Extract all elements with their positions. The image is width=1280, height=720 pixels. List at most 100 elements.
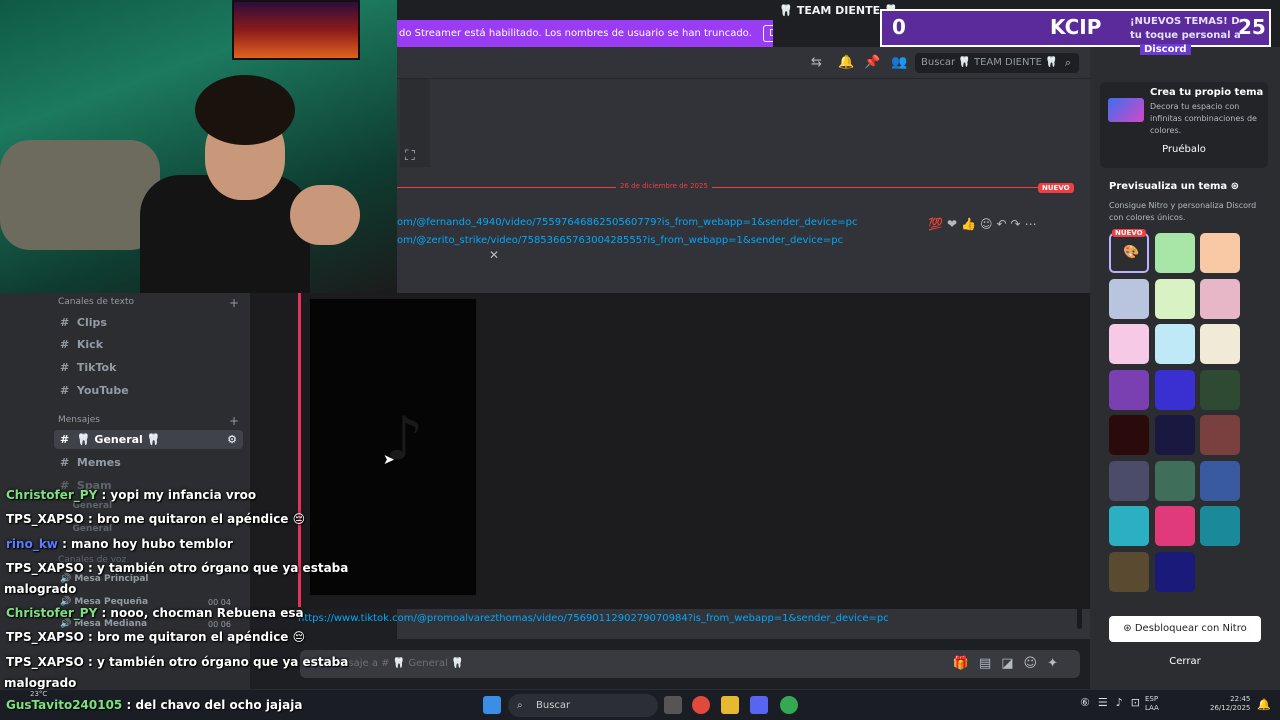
gif-icon[interactable]: ▤ — [979, 656, 1001, 671]
channel-general-selected[interactable]: # 🦷 General 🦷 ⚙ — [54, 430, 243, 449]
theme-swatch[interactable] — [1200, 324, 1240, 364]
reaction-100-icon[interactable]: 💯 — [928, 217, 947, 231]
chat-line: rino_kw : mano hoy hubo temblor — [6, 537, 233, 551]
chat-line: Christofer_PY : nooo, chocman Rebuena es… — [6, 606, 304, 620]
notice-text: do Streamer está habilitado. Los nombres… — [399, 28, 752, 39]
theme-swatch[interactable] — [1109, 506, 1149, 546]
add-reaction-icon[interactable]: ☺ — [980, 217, 997, 231]
add-channel-icon[interactable]: + — [229, 296, 239, 310]
weather[interactable]: 23°C — [30, 690, 47, 698]
theme-swatch[interactable] — [1109, 278, 1149, 319]
task-view-icon[interactable] — [664, 696, 682, 714]
apps-icon[interactable]: ✦ — [1047, 656, 1068, 671]
channel-kick[interactable]: # Kick — [60, 338, 103, 351]
stream-overlay: 0 KCIP ¡NUEVOS TEMAS! D tu toque persona… — [880, 9, 1271, 47]
channel-clips[interactable]: # Clips — [60, 316, 107, 329]
file-explorer-icon[interactable] — [721, 696, 739, 714]
expand-icon[interactable]: ⛶ — [405, 148, 415, 164]
theme-swatch[interactable] — [1109, 460, 1149, 501]
composer-icons: 🎁▤◪☺✦ — [953, 656, 1068, 671]
language-indicator[interactable]: ESP LAA — [1145, 695, 1159, 713]
system-tray[interactable]: ⑥☰♪⊡ — [1080, 696, 1148, 709]
chat-line: TPS_XAPSO : y también otro órgano que ya… — [6, 655, 349, 669]
settings-icon[interactable]: ⚙ — [227, 433, 237, 446]
score-left: 0 — [892, 15, 906, 39]
promo-line-1: ¡NUEVOS TEMAS! D — [1130, 16, 1240, 27]
theme-swatch[interactable] — [1155, 278, 1195, 319]
more-icon[interactable]: ⋯ — [1025, 217, 1041, 231]
theme-swatch[interactable] — [1155, 506, 1195, 546]
tiktok-video-player[interactable]: ♪ — [309, 298, 477, 596]
theme-swatch[interactable] — [1155, 460, 1195, 501]
unlock-nitro-button[interactable]: ⊛ Desbloquear con Nitro — [1109, 616, 1261, 642]
scrollbar[interactable] — [1077, 605, 1082, 629]
theme-swatch[interactable] — [1200, 369, 1240, 410]
chrome-icon[interactable] — [692, 696, 710, 714]
channel-youtube[interactable]: # YouTube — [60, 384, 129, 397]
gift-icon[interactable]: 🎁 — [953, 656, 979, 671]
theme-swatch[interactable] — [1200, 460, 1240, 501]
message-link[interactable]: om/@fernando_4940/video/7559764686250560… — [397, 217, 857, 228]
theme-swatch[interactable] — [1155, 415, 1195, 455]
theme-swatch[interactable] — [1155, 551, 1195, 592]
chat-line: TPS_XAPSO : bro me quitaron el apéndice … — [6, 630, 306, 644]
preview-theme-title: Previsualiza un tema ⊛ — [1109, 181, 1240, 192]
pin-icon[interactable]: 📌 — [864, 55, 880, 70]
disable-button[interactable]: Deshabilitar — [762, 25, 773, 42]
fire-poster — [232, 0, 360, 60]
sofa — [0, 140, 160, 250]
reply-icon[interactable]: ↶ — [996, 217, 1010, 231]
chat-line: malogrado — [4, 582, 77, 596]
channel-tiktok[interactable]: # TikTok — [60, 361, 116, 374]
person-arm — [290, 185, 360, 245]
messages-category[interactable]: Mensajes — [58, 415, 100, 425]
forward-icon[interactable]: ↷ — [1011, 217, 1025, 231]
promo-line-3: Discord — [1140, 44, 1191, 55]
emoji-icon[interactable]: ☺ — [1024, 656, 1048, 671]
message-composer[interactable]: iar mensaje a # 🦷 General 🦷 🎁▤◪☺✦ — [300, 650, 1080, 678]
chrome-canary-icon[interactable] — [780, 696, 798, 714]
message-actions-bar: 💯❤👍☺↶↷⋯ — [928, 217, 1066, 237]
theme-swatch[interactable] — [1109, 415, 1149, 455]
stream-chat-overlay: Christofer_PY : yopi my infancia vroo TP… — [0, 460, 348, 695]
nitro-icon: ⊛ — [1123, 623, 1132, 634]
taskbar-search[interactable]: ⌕ Buscar — [508, 694, 658, 717]
theme-swatch[interactable] — [1200, 278, 1240, 319]
threads-icon[interactable]: ⇆ — [811, 55, 822, 70]
chat-line: malogrado — [4, 676, 77, 690]
add-channel-icon[interactable]: + — [229, 414, 239, 428]
notifications-icon[interactable]: 🔔 — [1257, 698, 1271, 711]
theme-swatch[interactable] — [1155, 233, 1195, 273]
bell-icon[interactable]: 🔔 — [838, 55, 854, 70]
divider-date: 26 de diciembre de 2025 — [616, 182, 712, 190]
theme-swatch[interactable] — [1200, 415, 1240, 455]
palette-icon: 🎨 — [1123, 245, 1140, 260]
theme-swatch[interactable]: 🎨 — [1109, 233, 1149, 273]
search-icon: ⌕ — [517, 700, 523, 711]
sticker-icon[interactable]: ◪ — [1001, 656, 1023, 671]
message-link[interactable]: om/@zerito_strike/video/7585366576300428… — [397, 235, 843, 246]
theme-swatch[interactable] — [1200, 506, 1240, 546]
theme-swatch[interactable] — [1109, 551, 1149, 592]
theme-swatch[interactable] — [1109, 324, 1149, 364]
reaction-thumbs-icon[interactable]: 👍 — [961, 217, 980, 231]
taskbar: 23°C GusTavito240105 : del chavo del och… — [0, 689, 1280, 720]
theme-swatch[interactable] — [1155, 324, 1195, 364]
close-button[interactable]: Cerrar — [1109, 656, 1261, 667]
theme-swatch[interactable] — [1109, 369, 1149, 410]
clock[interactable]: 22:45 26/12/2025 — [1210, 695, 1250, 713]
theme-swatch[interactable] — [1200, 233, 1240, 273]
search-input[interactable]: Buscar 🦷 TEAM DIENTE 🦷 — [915, 53, 1079, 73]
channel-header: ⇆ 🔔 📌 👥 Buscar 🦷 TEAM DIENTE 🦷 ⌕ — [397, 47, 1090, 79]
members-icon[interactable]: 👥 — [891, 55, 907, 70]
theme-swatch[interactable] — [1155, 369, 1195, 410]
windows-start-icon[interactable] — [483, 696, 501, 714]
streamer-mode-notice: do Streamer está habilitado. Los nombres… — [397, 20, 773, 47]
message-link[interactable]: https://www.tiktok.com/@promoalvarezthom… — [298, 613, 889, 624]
close-icon[interactable]: ✕ — [489, 248, 499, 262]
reaction-heart-icon[interactable]: ❤ — [947, 217, 961, 231]
discord-icon[interactable] — [750, 696, 768, 714]
text-channels-category[interactable]: Canales de texto — [58, 297, 134, 307]
new-messages-divider — [397, 187, 1067, 188]
try-it-button[interactable]: Pruébalo — [1100, 144, 1268, 155]
